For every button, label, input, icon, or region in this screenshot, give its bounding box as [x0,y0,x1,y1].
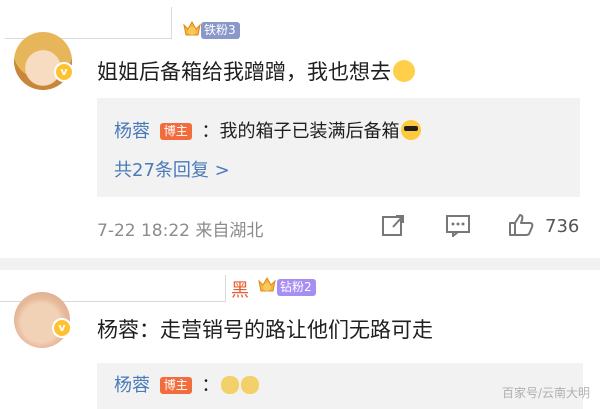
more-replies-link[interactable]: 共27条回复 > [114,156,230,182]
author-badge: 博主 [159,377,192,394]
reply-username[interactable]: 杨蓉 [114,375,150,396]
reply-text: ：我的箱子已装满后备箱 [201,121,400,142]
reply-username[interactable]: 杨蓉 [114,121,150,142]
divider [0,258,600,270]
verified-icon: v [54,62,74,82]
verified-icon: v [52,318,72,338]
timestamp-location: 7-22 18:22 来自湖北 [97,221,264,241]
sunglasses-face-icon [401,120,422,140]
reply-line: 杨蓉 博主 ： [114,371,260,397]
reply-text: ： [201,375,220,396]
like-icon[interactable] [508,213,534,237]
fan-badge: 钻粉2 [277,279,316,296]
reply-line: 杨蓉 博主 ：我的箱子已装满后备箱 [114,117,422,143]
author-badge: 博主 [159,123,192,140]
cat-face-icon [241,376,260,394]
reply-box[interactable]: 杨蓉 博主 ：我的箱子已装满后备箱 共27条回复 > [97,98,580,197]
username-suffix[interactable]: 黑 [231,276,249,302]
like-count: 736 [545,216,580,237]
comment-item: 铁粉3 v 姐姐后备箱给我蹭蹭，我也想去 杨蓉 博主 ：我的箱子已装满后备箱 共… [0,0,600,258]
watermark: 百家号/云南大明 [501,386,590,400]
fan-badge: 铁粉3 [201,22,240,39]
share-icon[interactable] [381,213,407,237]
comment-text: 姐姐后备箱给我蹭蹭，我也想去 [97,56,415,86]
crown-icon [258,276,276,292]
comment-icon[interactable] [445,213,471,237]
shy-face-icon [393,60,415,82]
comment-text: 杨蓉：走营销号的路让他们无路可走 [97,318,433,342]
crown-icon [183,20,201,36]
cat-face-icon [221,376,240,394]
